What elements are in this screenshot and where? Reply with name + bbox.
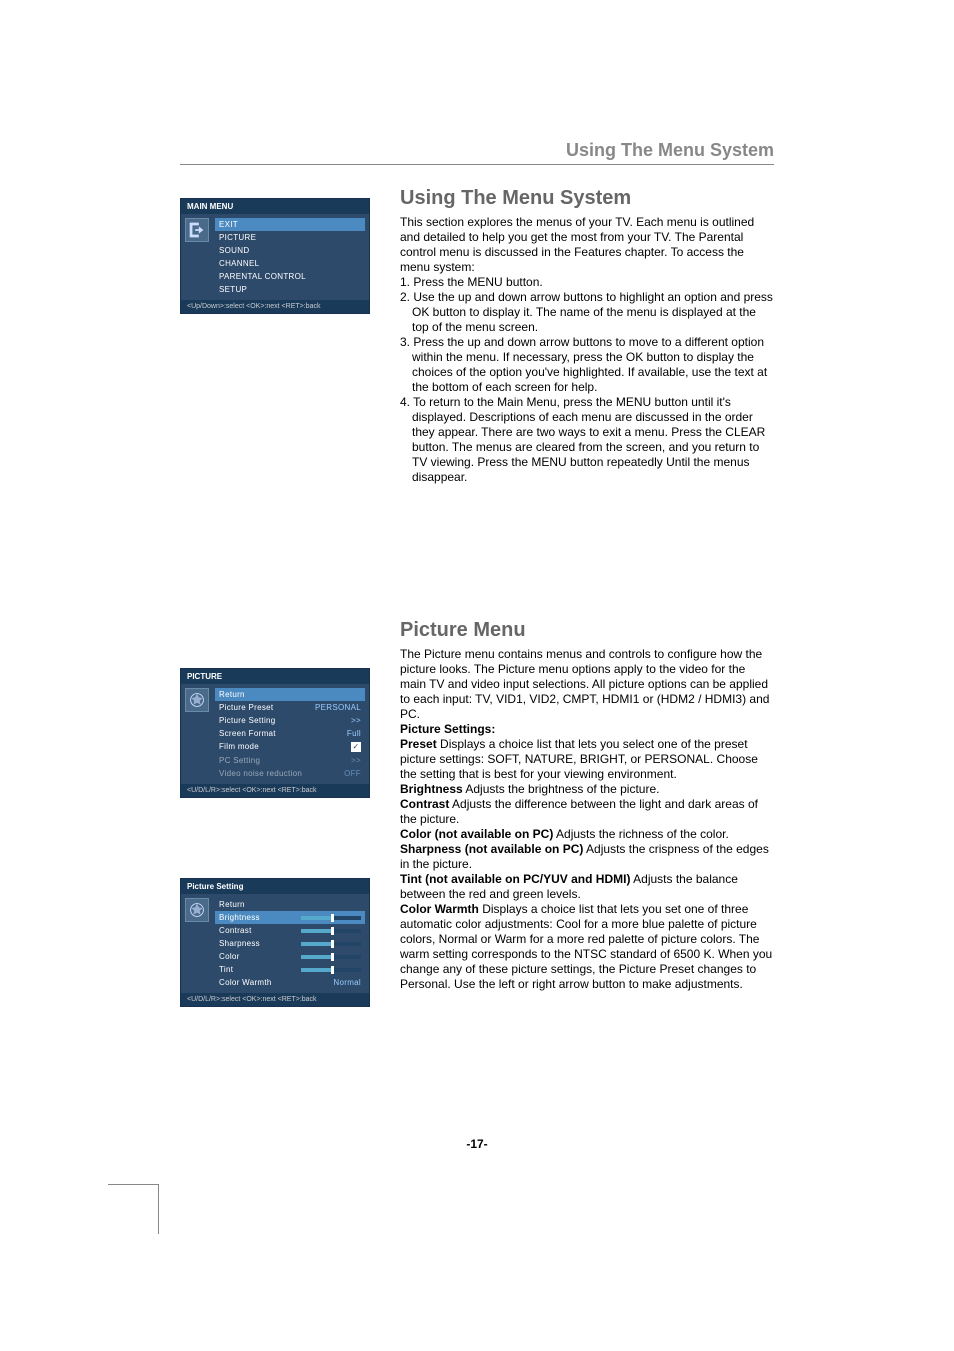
picture-settings-label: Picture Settings:: [400, 722, 495, 736]
picture-setting-row-2: Contrast: [215, 924, 365, 937]
page-number: -17-: [0, 1137, 954, 1151]
picture-menu-row-0: Return: [215, 688, 365, 701]
section2-title: Picture Menu: [400, 618, 774, 643]
picture-setting-row-0: Return: [215, 898, 365, 911]
setting-brightness: Brightness Adjusts the brightness of the…: [400, 782, 774, 797]
setting-contrast: Contrast Adjusts the difference between …: [400, 797, 774, 827]
picture-menu-row-6: Video noise reductionOFF: [215, 767, 365, 780]
picture-menu-title: PICTURE: [181, 669, 369, 684]
section1-step2: 2. Use the up and down arrow buttons to …: [400, 290, 774, 335]
picture-setting-screenshot: Picture Setting ReturnBrightnessContrast…: [180, 878, 370, 1007]
slider-icon: [301, 968, 361, 972]
section1-intro: This section explores the menus of your …: [400, 215, 774, 275]
slider-icon: [301, 916, 361, 920]
picture-setting-row-3: Sharpness: [215, 937, 365, 950]
picture-setting-row-1: Brightness: [215, 911, 365, 924]
picture-menu-row-4: Film mode✓: [215, 740, 365, 754]
section1-title: Using The Menu System: [400, 186, 774, 211]
exit-icon: [185, 218, 209, 242]
menu-item-picture: PICTURE: [215, 231, 365, 244]
crop-mark-h: [108, 1184, 158, 1185]
setting-tint: Tint (not available on PC/YUV and HDMI) …: [400, 872, 774, 902]
setting-warmth: Color Warmth Displays a choice list that…: [400, 902, 774, 992]
section1-step3: 3. Press the up and down arrow buttons t…: [400, 335, 774, 395]
picture-menu-screenshot: PICTURE ReturnPicture PresetPERSONALPict…: [180, 668, 370, 798]
picture-setting-title: Picture Setting: [181, 879, 369, 894]
slider-icon: [301, 929, 361, 933]
setting-preset: Preset Displays a choice list that lets …: [400, 737, 774, 782]
main-menu-screenshot: MAIN MENU EXIT PICTURE SOUND CHANNEL PAR…: [180, 198, 370, 314]
setting-color: Color (not available on PC) Adjusts the …: [400, 827, 774, 842]
header-divider: [180, 164, 774, 165]
picture-menu-footer: <U/D/L/R>:select <OK>:next <RET>:back: [181, 784, 369, 797]
picture-menu-row-5: PC Setting>>: [215, 754, 365, 767]
menu-item-exit: EXIT: [215, 218, 365, 231]
picture-setting-icon: [185, 898, 209, 922]
picture-setting-row-5: Tint: [215, 963, 365, 976]
picture-setting-row-6: Color WarmthNormal: [215, 976, 365, 989]
slider-icon: [301, 942, 361, 946]
slider-icon: [301, 955, 361, 959]
page-header-title: Using The Menu System: [566, 140, 774, 160]
picture-setting-footer: <U/D/L/R>:select <OK>:next <RET>:back: [181, 993, 369, 1006]
checkmark-icon: ✓: [351, 742, 361, 752]
section2-intro: The Picture menu contains menus and cont…: [400, 647, 774, 722]
picture-menu-row-3: Screen FormatFull: [215, 727, 365, 740]
picture-menu-row-1: Picture PresetPERSONAL: [215, 701, 365, 714]
menu-item-setup: SETUP: [215, 283, 365, 296]
menu-item-channel: CHANNEL: [215, 257, 365, 270]
section1-step1: 1. Press the MENU button.: [400, 275, 774, 290]
setting-sharpness: Sharpness (not available on PC) Adjusts …: [400, 842, 774, 872]
main-menu-title: MAIN MENU: [181, 199, 369, 214]
picture-menu-row-2: Picture Setting>>: [215, 714, 365, 727]
menu-item-parental: PARENTAL CONTROL: [215, 270, 365, 283]
crop-mark-v: [158, 1184, 159, 1234]
picture-icon: [185, 688, 209, 712]
main-menu-footer: <Up/Down>:select <OK>:next <RET>:back: [181, 300, 369, 313]
menu-item-sound: SOUND: [215, 244, 365, 257]
section1-step4: 4. To return to the Main Menu, press the…: [400, 395, 774, 485]
picture-setting-row-4: Color: [215, 950, 365, 963]
